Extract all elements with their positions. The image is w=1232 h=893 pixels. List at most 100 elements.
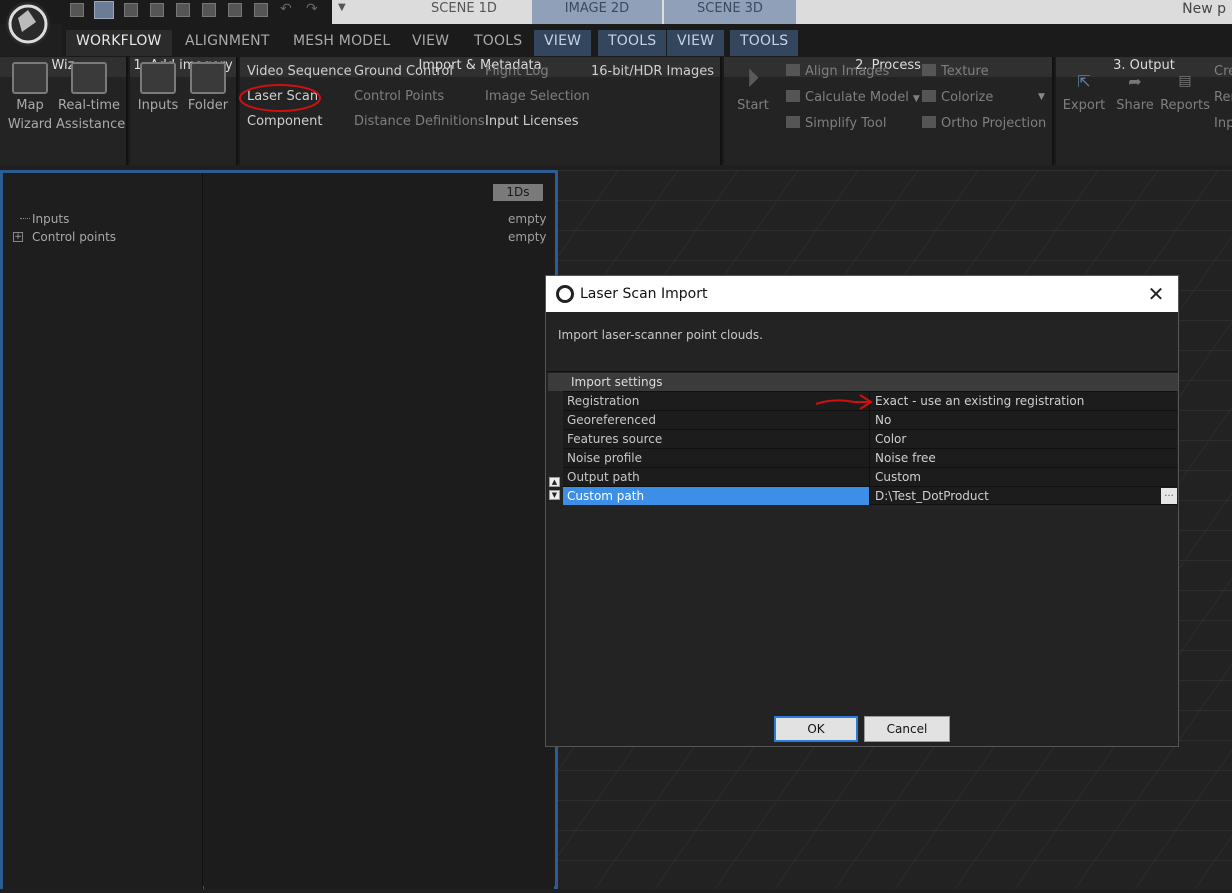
prop-name: Noise profile bbox=[567, 451, 643, 465]
ground-control-button[interactable]: Ground Control bbox=[354, 64, 453, 79]
reports-button[interactable]: ▤ Reports bbox=[1160, 72, 1210, 115]
prop-value[interactable]: Color bbox=[869, 430, 1177, 448]
red-arrow-annotation bbox=[815, 394, 873, 410]
layout-4-icon[interactable] bbox=[150, 3, 164, 17]
map-icon bbox=[12, 62, 48, 94]
tab-image-2d[interactable]: IMAGE 2D bbox=[532, 0, 662, 24]
project-title: New p bbox=[1182, 1, 1226, 17]
tab-view[interactable]: VIEW bbox=[402, 30, 459, 56]
export-button[interactable]: ⇱ Export bbox=[1062, 72, 1106, 115]
image-selection-button[interactable]: Image Selection bbox=[485, 89, 590, 104]
import-settings-header[interactable]: Import settings bbox=[548, 373, 1178, 391]
row-noise-profile[interactable]: Noise profile Noise free bbox=[563, 448, 1177, 467]
browse-button[interactable]: ... bbox=[1161, 488, 1177, 504]
tree-line bbox=[20, 213, 30, 219]
start-button[interactable]: ⏵ Start bbox=[732, 64, 774, 115]
redo-icon[interactable]: ↷ bbox=[306, 1, 318, 17]
component-button[interactable]: Component bbox=[247, 114, 322, 129]
inpaint-button[interactable]: Inp bbox=[1214, 116, 1232, 131]
colorize-icon bbox=[922, 90, 936, 102]
dropdown-arrow-icon[interactable]: ▼ bbox=[338, 2, 346, 13]
create-button[interactable]: Cre bbox=[1214, 64, 1232, 79]
tab-view-2d[interactable]: VIEW bbox=[667, 30, 725, 56]
row-output-path[interactable]: Output path Custom bbox=[563, 467, 1177, 486]
texture-icon bbox=[922, 64, 936, 76]
render-button[interactable]: Ren bbox=[1214, 90, 1232, 105]
dialog-title: Laser Scan Import bbox=[580, 286, 708, 302]
prop-value[interactable]: Exact - use an existing registration bbox=[869, 392, 1177, 410]
value-inputs: empty bbox=[508, 212, 547, 226]
tab-mesh-model[interactable]: MESH MODEL bbox=[283, 30, 400, 56]
row-custom-path[interactable]: Custom path D:\Test_DotProduct ... bbox=[563, 486, 1177, 505]
tab-workflow[interactable]: WORKFLOW bbox=[66, 30, 172, 56]
dialog-description: Import laser-scanner point clouds. bbox=[558, 328, 763, 342]
prop-name: Custom path bbox=[567, 489, 645, 503]
start-icon: ⏵ bbox=[746, 64, 760, 94]
prop-value[interactable]: Noise free bbox=[869, 449, 1177, 467]
scroll-down-icon[interactable]: ▼ bbox=[549, 490, 560, 500]
tab-scene-1d[interactable]: SCENE 1D bbox=[398, 0, 530, 24]
prop-name: Registration bbox=[567, 394, 640, 408]
app-logo-icon bbox=[556, 285, 574, 303]
broadcast-icon bbox=[71, 62, 107, 94]
tab-view-1d[interactable]: VIEW bbox=[534, 30, 592, 56]
flight-log-button[interactable]: Flight Log bbox=[485, 64, 549, 79]
layout-1-icon[interactable] bbox=[70, 3, 84, 17]
layout-6-icon[interactable] bbox=[202, 3, 216, 17]
prop-name: Output path bbox=[567, 470, 640, 484]
row-georeferenced[interactable]: Georeferenced No bbox=[563, 410, 1177, 429]
tab-tools-2d[interactable]: TOOLS bbox=[730, 30, 799, 56]
prop-value[interactable]: Custom bbox=[869, 468, 1177, 486]
layout-5-icon[interactable] bbox=[176, 3, 190, 17]
value-control-points: empty bbox=[508, 230, 547, 244]
prop-value[interactable]: No bbox=[869, 411, 1177, 429]
tree-item-control-points[interactable]: Control points bbox=[32, 230, 116, 244]
add-folder-icon bbox=[190, 62, 226, 94]
ok-button[interactable]: OK bbox=[774, 716, 858, 742]
align-images-button[interactable]: Align Images bbox=[786, 64, 889, 79]
distance-definitions-button[interactable]: Distance Definitions bbox=[354, 114, 485, 129]
control-points-button[interactable]: Control Points bbox=[354, 89, 444, 104]
colorize-button[interactable]: Colorize bbox=[922, 90, 993, 105]
tab-scene-3d[interactable]: SCENE 3D bbox=[664, 0, 796, 24]
export-icon: ⇱ bbox=[1077, 72, 1091, 91]
add-image-icon bbox=[140, 62, 176, 94]
layout-7-icon[interactable] bbox=[228, 3, 242, 17]
chevron-down-icon[interactable]: ▼ bbox=[1038, 92, 1045, 102]
texture-button[interactable]: Texture bbox=[922, 64, 989, 79]
tab-tools-1d[interactable]: TOOLS bbox=[598, 30, 667, 56]
tab-alignment[interactable]: ALIGNMENT bbox=[175, 30, 280, 56]
folder-button[interactable]: Folder bbox=[186, 62, 230, 115]
hdr-images-button[interactable]: 16-bit/HDR Images bbox=[591, 64, 714, 79]
layout-2-icon[interactable] bbox=[94, 1, 114, 19]
expand-icon[interactable]: + bbox=[13, 232, 23, 242]
realtime-assistance-button[interactable]: Real-time Assistance bbox=[56, 62, 125, 134]
undo-icon[interactable]: ↶ bbox=[280, 1, 292, 17]
chevron-down-icon: ▼ bbox=[912, 94, 920, 104]
video-sequence-button[interactable]: Video Sequence bbox=[247, 64, 352, 79]
laser-scan-import-dialog: Laser Scan Import ✕ Import laser-scanner… bbox=[545, 275, 1179, 747]
scroll-up-icon[interactable]: ▲ bbox=[549, 477, 560, 487]
inputs-button[interactable]: Inputs bbox=[136, 62, 180, 115]
input-licenses-button[interactable]: Input Licenses bbox=[485, 114, 579, 129]
prop-name: Georeferenced bbox=[567, 413, 656, 427]
badge-1ds: 1Ds bbox=[493, 184, 543, 201]
calculate-model-button[interactable]: Calculate Model ▼ bbox=[786, 90, 920, 105]
warning-icon bbox=[786, 116, 800, 128]
red-circle-annotation bbox=[239, 84, 321, 112]
detail-panel bbox=[204, 173, 554, 889]
ortho-projection-button[interactable]: Ortho Projection bbox=[922, 116, 1046, 131]
app-logo-icon[interactable] bbox=[6, 2, 50, 46]
map-wizard-button[interactable]: Map Wizard bbox=[6, 62, 54, 134]
simplify-tool-button[interactable]: Simplify Tool bbox=[786, 116, 886, 131]
close-icon[interactable]: ✕ bbox=[1142, 280, 1170, 308]
project-tree bbox=[3, 173, 203, 889]
cancel-button[interactable]: Cancel bbox=[864, 716, 950, 742]
tree-item-inputs[interactable]: Inputs bbox=[32, 212, 69, 226]
share-button[interactable]: ➦ Share bbox=[1114, 72, 1156, 115]
custom-path-field[interactable]: D:\Test_DotProduct bbox=[869, 487, 1177, 505]
layout-3-icon[interactable] bbox=[124, 3, 138, 17]
layout-8-icon[interactable] bbox=[254, 3, 268, 17]
row-features-source[interactable]: Features source Color bbox=[563, 429, 1177, 448]
tab-tools[interactable]: TOOLS bbox=[464, 30, 532, 56]
